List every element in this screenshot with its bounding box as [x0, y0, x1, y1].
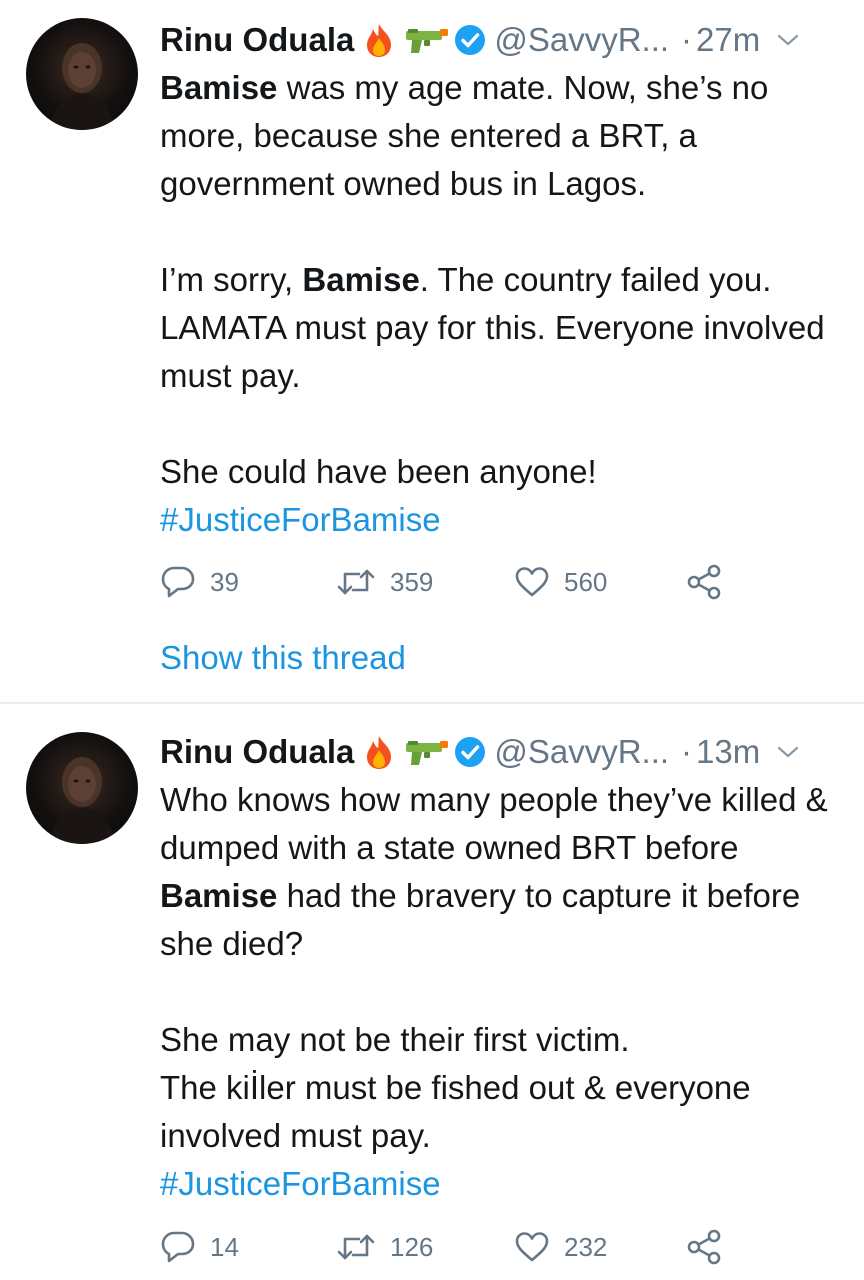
tweet-text: Who knows how many people they’ve killed… [160, 776, 840, 1208]
reply-button[interactable]: 39 [160, 560, 239, 604]
author-name[interactable]: Rinu Oduala [160, 730, 354, 774]
show-thread-link[interactable]: Show this thread [160, 634, 406, 682]
verified-badge-icon [454, 736, 486, 768]
tweet-timestamp[interactable]: 27m [696, 18, 760, 62]
mention-bold: Bamise [160, 877, 278, 914]
separator-dot: · [681, 21, 693, 58]
like-count: 232 [564, 1231, 608, 1262]
tweet-paragraph: She could have been anyone! [160, 453, 597, 490]
hashtag-link[interactable]: #JusticeForBamise [160, 496, 840, 544]
like-button[interactable]: 560 [514, 560, 607, 604]
author-handle[interactable]: @SavvyR... [494, 18, 669, 62]
share-icon [687, 564, 721, 600]
tweet-paragraph: She may not be their first victim. [160, 1021, 630, 1058]
tweet-text: Bamise was my age mate. Now, she’s no mo… [160, 64, 840, 544]
author-handle[interactable]: @SavvyR... [494, 730, 669, 774]
tweet-paragraph: Bamise was my age mate. Now, she’s no mo… [160, 64, 840, 208]
fire-emoji [362, 22, 396, 58]
heart-icon [515, 567, 549, 597]
author-name[interactable]: Rinu Oduala [160, 18, 354, 62]
mention-bold: Bamise [302, 261, 420, 298]
text-span: I’m sorry, [160, 261, 303, 298]
retweet-count: 126 [390, 1231, 434, 1262]
fire-emoji [362, 734, 396, 770]
retweet-icon [337, 1234, 375, 1260]
retweet-count: 359 [390, 566, 434, 597]
share-icon [687, 1229, 721, 1265]
mention-bold: Bamise [160, 69, 278, 106]
avatar[interactable] [26, 732, 138, 844]
reply-count: 39 [210, 566, 239, 597]
tweet-paragraph: I’m sorry, Bamise. The country failed yo… [160, 256, 840, 400]
heart-icon [515, 1232, 549, 1262]
chevron-down-icon[interactable] [776, 32, 800, 48]
chevron-down-icon[interactable] [776, 744, 800, 760]
retweet-button[interactable]: 359 [336, 560, 433, 604]
retweet-button[interactable]: 126 [336, 1225, 433, 1269]
tweet-header: Rinu Oduala @SavvyR... · 27m [160, 18, 844, 62]
share-button[interactable] [686, 1225, 722, 1269]
tweet-paragraph: The kiİler must be fished out & everyone… [160, 1069, 751, 1154]
like-count: 560 [564, 566, 608, 597]
water-gun-emoji [404, 737, 450, 767]
reply-icon [161, 1231, 195, 1263]
reply-icon [161, 566, 195, 598]
share-button[interactable] [686, 560, 722, 604]
tweet-divider [0, 702, 864, 704]
retweet-icon [337, 569, 375, 595]
water-gun-emoji [404, 25, 450, 55]
hashtag-link[interactable]: #JusticeForBamise [160, 1160, 840, 1208]
tweet-paragraph: Who knows how many people they’ve killed… [160, 776, 840, 968]
verified-badge-icon [454, 24, 486, 56]
reply-button[interactable]: 14 [160, 1225, 239, 1269]
like-button[interactable]: 232 [514, 1225, 607, 1269]
text-span: Who knows how many people they’ve killed… [160, 781, 828, 866]
separator-dot: · [681, 733, 693, 770]
tweet-timestamp[interactable]: 13m [696, 730, 760, 774]
avatar[interactable] [26, 18, 138, 130]
tweet-header: Rinu Oduala @SavvyR... · 13m [160, 730, 844, 774]
reply-count: 14 [210, 1231, 239, 1262]
tweet[interactable]: Rinu Oduala @SavvyR... · 27m Bamise was … [0, 0, 864, 704]
